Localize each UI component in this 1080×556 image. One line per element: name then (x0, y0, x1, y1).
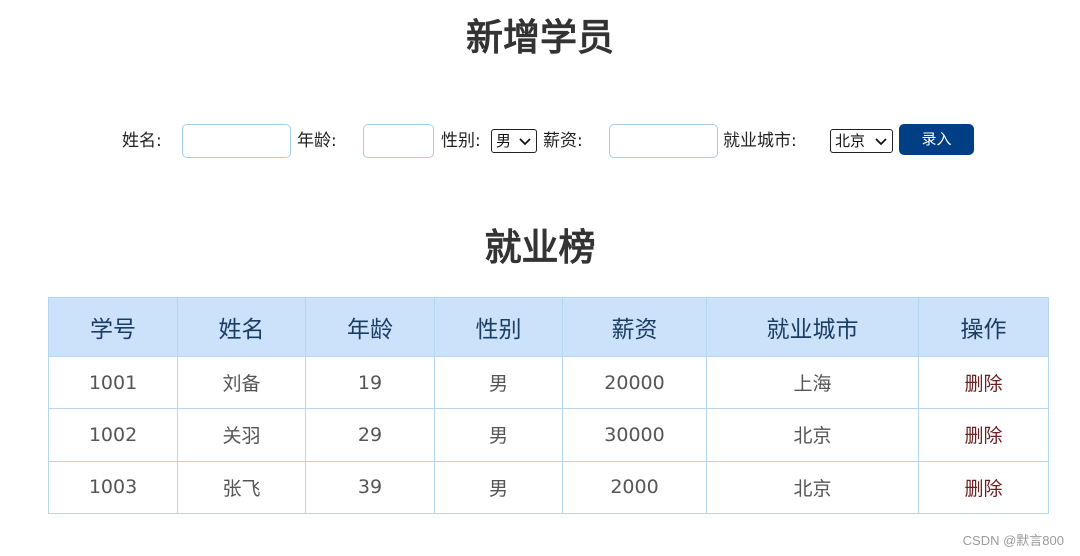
watermark: CSDN @默言800 (962, 533, 1064, 548)
name-input[interactable] (182, 124, 291, 158)
cell-name: 张飞 (177, 460, 306, 515)
submit-button[interactable]: 录入 (899, 124, 974, 155)
cell-salary: 20000 (562, 355, 707, 410)
salary-input[interactable] (609, 124, 718, 158)
name-label: 姓名: (122, 131, 162, 151)
column-header-name: 姓名 (177, 297, 306, 357)
city-label: 就业城市: (723, 131, 797, 151)
gender-select-value: 男 (496, 132, 512, 150)
cell-name: 关羽 (177, 408, 306, 462)
salary-label: 薪资: (543, 131, 583, 151)
city-select-value: 北京 (835, 132, 866, 150)
table-row: 1001 刘备 19 男 20000 上海 删除 (48, 355, 1049, 410)
student-form: 姓名: 年龄: 性别: 男 薪资: 就业城市: 北京 录入 (0, 124, 1080, 158)
gender-select[interactable]: 男 (491, 129, 537, 153)
cell-city: 上海 (706, 355, 919, 410)
cell-salary: 2000 (562, 460, 707, 515)
board-title: 就业榜 (484, 226, 596, 269)
cell-id: 1002 (48, 408, 178, 462)
column-header-action: 操作 (918, 297, 1049, 357)
table-row: 1002 关羽 29 男 30000 北京 删除 (48, 408, 1049, 462)
cell-gender: 男 (434, 408, 563, 462)
cell-city: 北京 (706, 460, 919, 515)
cell-id: 1001 (48, 355, 178, 410)
chevron-down-icon (875, 138, 887, 146)
column-header-age: 年龄 (305, 297, 435, 357)
cell-gender: 男 (434, 460, 563, 515)
delete-link[interactable]: 删除 (918, 460, 1049, 515)
table-row: 1003 张飞 39 男 2000 北京 删除 (48, 460, 1049, 515)
age-label: 年龄: (297, 131, 337, 151)
cell-gender: 男 (434, 355, 563, 410)
column-header-id: 学号 (48, 297, 178, 357)
form-title: 新增学员 (466, 16, 614, 59)
cell-age: 29 (305, 408, 435, 462)
gender-label: 性别: (441, 131, 481, 151)
cell-city: 北京 (706, 408, 919, 462)
city-select[interactable]: 北京 (830, 129, 893, 153)
age-input[interactable] (363, 124, 434, 158)
table-header-row: 学号 姓名 年龄 性别 薪资 就业城市 操作 (48, 297, 1049, 357)
delete-link[interactable]: 删除 (918, 355, 1049, 410)
column-header-salary: 薪资 (562, 297, 707, 357)
cell-id: 1003 (48, 460, 178, 515)
employment-table: 学号 姓名 年龄 性别 薪资 就业城市 操作 1001 刘备 19 男 2000… (48, 297, 1049, 515)
column-header-city: 就业城市 (706, 297, 919, 357)
cell-salary: 30000 (562, 408, 707, 462)
cell-age: 19 (305, 355, 435, 410)
chevron-down-icon (519, 138, 531, 146)
cell-name: 刘备 (177, 355, 306, 410)
column-header-gender: 性别 (434, 297, 563, 357)
cell-age: 39 (305, 460, 435, 515)
delete-link[interactable]: 删除 (918, 408, 1049, 462)
